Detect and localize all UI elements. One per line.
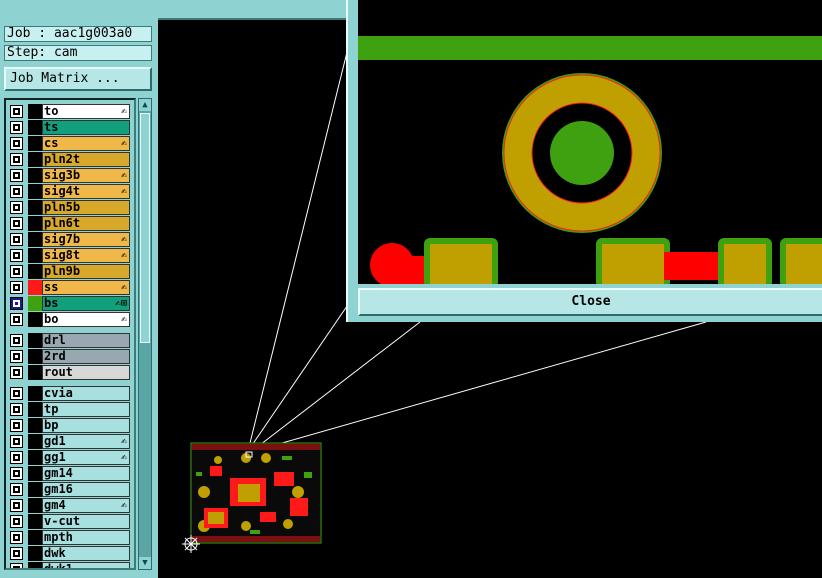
zoomed-pcb-detail — [358, 36, 822, 284]
close-button[interactable]: Close — [358, 288, 822, 316]
crosshair-icon — [182, 535, 200, 553]
mask-strip — [358, 36, 822, 60]
pcb-overview[interactable] — [190, 442, 322, 544]
zoom-window: Close — [346, 0, 822, 322]
zoom-view[interactable] — [358, 0, 822, 284]
via-hole — [550, 121, 614, 185]
